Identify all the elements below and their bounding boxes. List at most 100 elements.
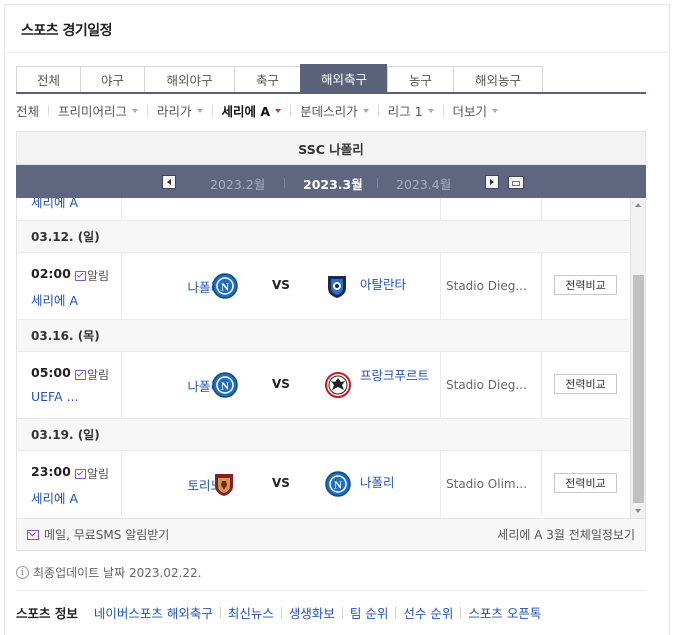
vs-label: VS	[272, 278, 290, 292]
game-row: 02:00 알림 세리에 A 나폴리 N VS 아탈란타 Stadio Dieg…	[17, 253, 629, 319]
calendar-icon[interactable]	[508, 176, 524, 189]
arrow-right-icon	[490, 179, 494, 185]
divider	[442, 104, 444, 116]
compare-button[interactable]: 전력비교	[554, 473, 617, 493]
league-ligue1-label: 리그 1	[387, 103, 423, 119]
divider	[460, 607, 462, 618]
divider	[290, 104, 292, 116]
league-premier-label: 프리미어리그	[58, 103, 128, 119]
away-team[interactable]: 아탈란타	[360, 277, 436, 293]
last-updated-text: 최종업데이트 날짜 2023.02.22.	[33, 566, 202, 580]
prev-month-button[interactable]	[162, 175, 176, 189]
alarm-label: 알림	[87, 368, 110, 382]
game-row: 23:00 알림 세리에 A 토리노 VS N 나폴리 Stadio Olim.…	[17, 451, 629, 517]
caret-down-icon	[275, 108, 282, 113]
league-link[interactable]: 세리에 A	[31, 488, 121, 507]
divider	[284, 178, 285, 188]
time-cell: 02:00 알림 세리에 A	[17, 253, 122, 319]
league-link[interactable]: 세리에 A	[31, 198, 121, 211]
tab-soccer[interactable]: 축구	[234, 66, 300, 92]
game-row: 세리에 A	[17, 198, 629, 220]
divider	[219, 607, 221, 618]
schedule-scroll-content: 세리에 A 03.12. (일) 02:00 알림 세리에 A 나폴리 N VS…	[17, 198, 629, 517]
scrollbar[interactable]	[630, 198, 645, 518]
prev-month-label[interactable]: 2023.2월	[210, 174, 265, 193]
tab-baseball[interactable]: 야구	[80, 66, 144, 92]
scroll-up-icon[interactable]	[635, 203, 641, 207]
game-row: 05:00 알림 UEFA ... 나폴리 N VS 프랑크푸르트 Stadio…	[17, 352, 629, 418]
league-laliga[interactable]: 라리가	[157, 101, 203, 120]
napoli-logo-icon: N	[212, 372, 238, 398]
date-header: 03.16. (목)	[17, 319, 629, 352]
link-team-ranking[interactable]: 팀 순위	[350, 603, 388, 622]
divider	[48, 104, 50, 116]
league-link[interactable]: UEFA ...	[31, 389, 121, 404]
vs-label: VS	[272, 476, 290, 490]
link-photos[interactable]: 생생화보	[289, 603, 335, 622]
tab-basketball[interactable]: 농구	[387, 66, 453, 92]
compare-cell: 전력비교	[542, 451, 629, 517]
league-ligue1[interactable]: 리그 1	[388, 101, 434, 120]
next-month-button[interactable]	[485, 175, 499, 189]
compare-cell	[542, 198, 629, 220]
caret-down-icon	[427, 108, 434, 113]
svg-text:N: N	[221, 282, 229, 294]
divider	[341, 607, 343, 618]
current-month-label: 2023.3월	[303, 177, 363, 192]
match-cell: 나폴리 N VS 아탈란타	[122, 253, 441, 319]
match-cell	[122, 198, 441, 220]
league-more[interactable]: 더보기	[453, 101, 499, 120]
alarm-check-icon	[75, 468, 86, 479]
schedule-list[interactable]: 세리에 A 03.12. (일) 02:00 알림 세리에 A 나폴리 N VS…	[16, 198, 646, 518]
league-all[interactable]: 전체	[16, 101, 39, 120]
compare-cell: 전력비교	[542, 352, 629, 418]
sms-alert-link[interactable]: 메일, 무료SMS 알림받기	[27, 526, 169, 543]
sports-info-links: 스포츠 정보 네이버스포츠 해외축구 최신뉴스 생생화보 팀 순위 선수 순위 …	[16, 603, 541, 622]
league-premier[interactable]: 프리미어리그	[58, 101, 139, 120]
header: 스포츠 경기일정	[5, 5, 669, 53]
sport-tabs: 전체 야구 해외야구 축구 해외축구 농구 해외농구	[16, 64, 646, 94]
tab-all[interactable]: 전체	[16, 66, 80, 92]
alarm-toggle[interactable]: 알림	[75, 267, 109, 284]
schedule-footer: 메일, 무료SMS 알림받기 세리에 A 3월 전체일정보기	[16, 518, 646, 551]
divider	[280, 607, 282, 618]
compare-button[interactable]: 전력비교	[554, 275, 617, 295]
compare-button[interactable]: 전력비교	[554, 374, 617, 394]
stadium-cell	[441, 198, 542, 220]
link-open-talk[interactable]: 스포츠 오픈톡	[468, 603, 541, 622]
month-navigator: 2023.2월 2023.3월 2023.4월	[16, 165, 646, 198]
svg-text:N: N	[334, 480, 342, 492]
league-all-label: 전체	[16, 103, 40, 119]
scrollbar-thumb[interactable]	[633, 275, 644, 503]
divider	[395, 607, 397, 618]
full-schedule-link[interactable]: 세리에 A 3월 전체일정보기	[497, 526, 635, 543]
league-seriea[interactable]: 세리에 A	[222, 101, 282, 120]
arrow-left-icon	[167, 179, 171, 185]
link-latest-news[interactable]: 최신뉴스	[228, 603, 274, 622]
league-subnav: 전체 프리미어리그 라리가 세리에 A 분데스리가 리그 1 더보기	[16, 100, 499, 120]
sms-alert-label: 메일, 무료SMS 알림받기	[44, 528, 170, 542]
league-bundesliga[interactable]: 분데스리가	[300, 101, 369, 120]
away-team[interactable]: 나폴리	[360, 475, 436, 491]
alarm-toggle[interactable]: 알림	[75, 366, 109, 383]
info-icon: i	[16, 566, 29, 579]
frankfurt-logo-icon	[325, 372, 351, 398]
last-updated: i 최종업데이트 날짜 2023.02.22.	[16, 564, 201, 581]
link-player-ranking[interactable]: 선수 순위	[403, 603, 453, 622]
tab-overseas-baseball[interactable]: 해외야구	[144, 66, 234, 92]
tab-overseas-soccer[interactable]: 해외축구	[300, 64, 387, 92]
tab-overseas-basketball[interactable]: 해외농구	[453, 66, 543, 92]
caret-down-icon	[492, 108, 499, 113]
date-header: 03.19. (일)	[17, 418, 629, 451]
league-laliga-label: 라리가	[157, 103, 192, 119]
link-naver-sports-soccer[interactable]: 네이버스포츠 해외축구	[94, 603, 213, 622]
next-month-label[interactable]: 2023.4월	[396, 174, 451, 193]
napoli-logo-icon: N	[325, 471, 351, 497]
away-team[interactable]: 프랑크푸르트	[360, 368, 436, 384]
league-more-label: 더보기	[452, 103, 488, 119]
scroll-down-icon[interactable]	[635, 509, 641, 513]
alarm-toggle[interactable]: 알림	[75, 465, 109, 482]
napoli-logo-icon: N	[212, 273, 238, 299]
stadium: Stadio Dieg...	[441, 352, 542, 418]
league-link[interactable]: 세리에 A	[31, 290, 121, 309]
